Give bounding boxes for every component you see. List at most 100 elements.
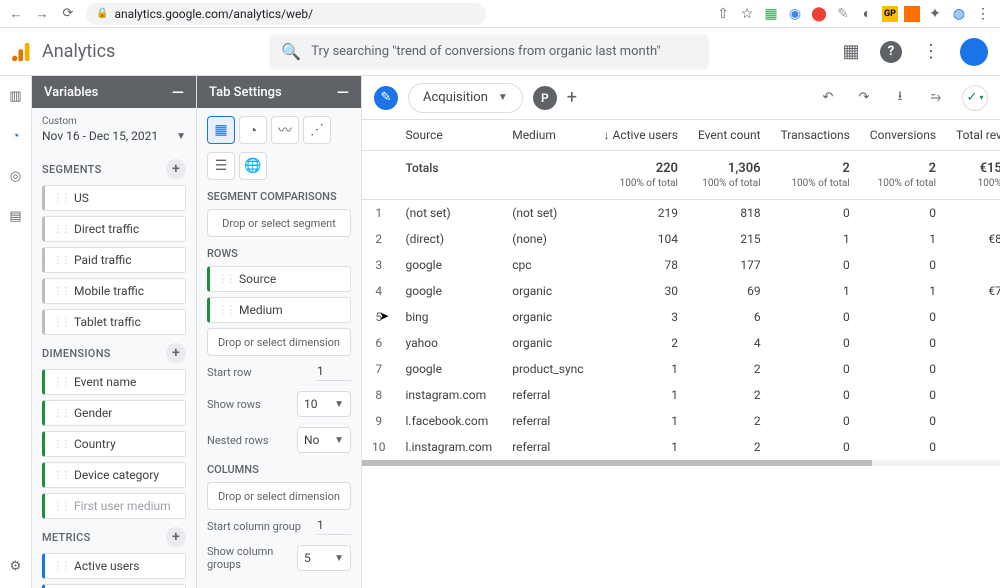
chip-us[interactable]: ⋮⋮US <box>42 185 186 211</box>
col-transactions[interactable]: Transactions <box>771 120 860 151</box>
ext-8-icon[interactable]: ◍ <box>950 5 968 23</box>
add-segment-button[interactable]: + <box>166 159 186 179</box>
show-rows-select[interactable]: 10▼ <box>297 391 351 417</box>
col-medium[interactable]: Medium <box>502 120 593 151</box>
star-icon[interactable]: ☆ <box>738 5 756 23</box>
col-conversions[interactable]: Conversions <box>860 120 946 151</box>
chip-tablet-traffic[interactable]: ⋮⋮Tablet traffic <box>42 309 186 335</box>
chip-direct-traffic[interactable]: ⋮⋮Direct traffic <box>42 216 186 242</box>
chip-device-category[interactable]: ⋮⋮Device category <box>42 462 186 488</box>
ext-5-icon[interactable]: ◐ <box>858 5 876 23</box>
dimension-drop-zone[interactable]: Drop or select dimension <box>207 328 351 356</box>
table-row[interactable]: 9l.facebook.comreferral1200 <box>362 408 1000 434</box>
rail-target-icon[interactable]: ◎ <box>6 166 26 186</box>
menu-icon[interactable]: ⋮ <box>974 5 992 23</box>
logo-block[interactable]: Analytics <box>12 41 115 63</box>
line-viz-button[interactable]: 〰 <box>271 116 299 144</box>
table-row[interactable]: 8instagram.comreferral1200 <box>362 382 1000 408</box>
table-row[interactable]: 4googleorganic306911€7 <box>362 278 1000 304</box>
start-row-input[interactable]: 1 <box>317 364 351 381</box>
ext-7-icon[interactable] <box>904 6 920 22</box>
add-dimension-button[interactable]: + <box>166 343 186 363</box>
chip-first-user-medium[interactable]: ⋮⋮First user medium <box>42 493 186 519</box>
bar-viz-button[interactable]: ☰ <box>207 152 235 180</box>
ext-4-icon[interactable]: ✎ <box>834 5 852 23</box>
segment-drop-zone[interactable]: Drop or select segment <box>207 209 351 237</box>
drag-handle-icon: ⋮⋮ <box>53 470 69 481</box>
apps-icon[interactable]: ▦ <box>840 41 862 63</box>
chip-event-count[interactable]: ⋮⋮Event count <box>42 584 186 588</box>
geo-viz-button[interactable]: 🌐 <box>239 152 267 180</box>
avatar[interactable] <box>960 38 988 66</box>
url-bar[interactable]: 🔒 analytics.google.com/analytics/web/ <box>86 3 486 25</box>
chip-mobile-traffic[interactable]: ⋮⋮Mobile traffic <box>42 278 186 304</box>
column-dimension-drop-zone[interactable]: Drop or select dimension <box>207 482 351 510</box>
chip-country[interactable]: ⋮⋮Country <box>42 431 186 457</box>
nested-rows-field: Nested rows No▼ <box>207 427 351 453</box>
reload-button[interactable]: ⟳ <box>60 6 76 22</box>
date-range-selector[interactable]: Nov 16 - Dec 15, 2021 ▼ <box>42 129 186 143</box>
col-event-count[interactable]: Event count <box>688 120 771 151</box>
donut-viz-button[interactable]: ◔ <box>239 116 267 144</box>
col-source[interactable]: Source <box>396 120 503 151</box>
table-row[interactable]: 5bingorganic3600 <box>362 304 1000 330</box>
table-row[interactable]: 1(not set)(not set)21981800 <box>362 200 1000 227</box>
ext-6-icon[interactable]: GP <box>882 6 898 22</box>
show-rows-field: Show rows 10▼ <box>207 391 351 417</box>
more-icon[interactable]: ⋮ <box>920 41 942 63</box>
chip-paid-traffic[interactable]: ⋮⋮Paid traffic <box>42 247 186 273</box>
chip-event-name[interactable]: ⋮⋮Event name <box>42 369 186 395</box>
segments-section-header: SEGMENTS + <box>42 159 186 179</box>
settings-icon[interactable]: ⚙ <box>6 556 26 576</box>
chip-source[interactable]: ⋮⋮Source <box>207 266 351 292</box>
show-col-groups-select[interactable]: 5▼ <box>297 545 351 571</box>
puzzle-icon[interactable]: ✦ <box>926 5 944 23</box>
rail-library-icon[interactable]: ▤ <box>6 206 26 226</box>
rail-explore-icon[interactable]: ◔ <box>6 126 26 146</box>
ext-2-icon[interactable]: ◉ <box>786 5 804 23</box>
redo-button[interactable]: ↷ <box>854 88 874 108</box>
undo-button[interactable]: ↶ <box>818 88 838 108</box>
table-row[interactable]: 10l.instagram.comreferral1200 <box>362 434 1000 460</box>
collapse-tabsettings-button[interactable]: — <box>337 83 349 102</box>
sample-status-badge[interactable]: ✓▾ <box>962 85 988 111</box>
chevron-down-icon: ▼ <box>498 92 508 103</box>
tab-name-pill[interactable]: Acquisition ▼ <box>408 83 523 113</box>
help-icon[interactable]: ? <box>880 41 902 63</box>
table-row[interactable]: 3googlecpc7817700 <box>362 252 1000 278</box>
share-icon[interactable]: ⇧ <box>714 5 732 23</box>
ext-1-icon[interactable]: ▦ <box>762 5 780 23</box>
table-row[interactable]: 2(direct)(none)10421511€8 <box>362 226 1000 252</box>
chip-gender[interactable]: ⋮⋮Gender <box>42 400 186 426</box>
back-button[interactable]: ← <box>8 6 24 22</box>
drag-handle-icon: ⋮⋮ <box>53 408 69 419</box>
lock-icon: 🔒 <box>96 8 108 19</box>
search-box[interactable]: 🔍 Try searching "trend of conversions fr… <box>269 34 709 70</box>
start-col-group-input[interactable]: 1 <box>317 518 351 535</box>
edit-tab-button[interactable]: ✎ <box>374 86 398 110</box>
table-wrap: Source Medium ↓ Active users Event count… <box>362 120 1000 588</box>
download-button[interactable]: ⭳ <box>890 88 910 108</box>
main: ▥ ◔ ◎ ▤ ⚙ Variables — Custom Nov 16 - De… <box>0 76 1000 588</box>
data-table: Source Medium ↓ Active users Event count… <box>362 120 1000 460</box>
chip-medium[interactable]: ⋮⋮Medium <box>207 297 351 323</box>
profile-badge[interactable]: P <box>533 86 557 110</box>
scatter-viz-button[interactable]: ⋰ <box>303 116 331 144</box>
nested-rows-select[interactable]: No▼ <box>297 427 351 453</box>
rail-bar-chart-icon[interactable]: ▥ <box>6 86 26 106</box>
table-viz-button[interactable]: ▦ <box>207 116 235 144</box>
collapse-variables-button[interactable]: — <box>172 83 184 102</box>
forward-button[interactable]: → <box>34 6 50 22</box>
table-row[interactable]: 7googleproduct_sync1200 <box>362 356 1000 382</box>
col-total-revenue[interactable]: Total rev <box>946 120 1000 151</box>
col-active-users[interactable]: ↓ Active users <box>594 120 688 151</box>
share-button[interactable]: ⥲ <box>926 88 946 108</box>
drag-handle-icon: ⋮⋮ <box>53 439 69 450</box>
variables-title: Variables <box>44 85 98 100</box>
horizontal-scrollbar[interactable] <box>362 460 1000 466</box>
add-tab-button[interactable]: + <box>567 87 577 108</box>
add-metric-button[interactable]: + <box>166 527 186 547</box>
chip-active-users[interactable]: ⋮⋮Active users <box>42 553 186 579</box>
table-row[interactable]: 6yahooorganic2400 <box>362 330 1000 356</box>
ext-3-icon[interactable]: ⬤ <box>810 5 828 23</box>
